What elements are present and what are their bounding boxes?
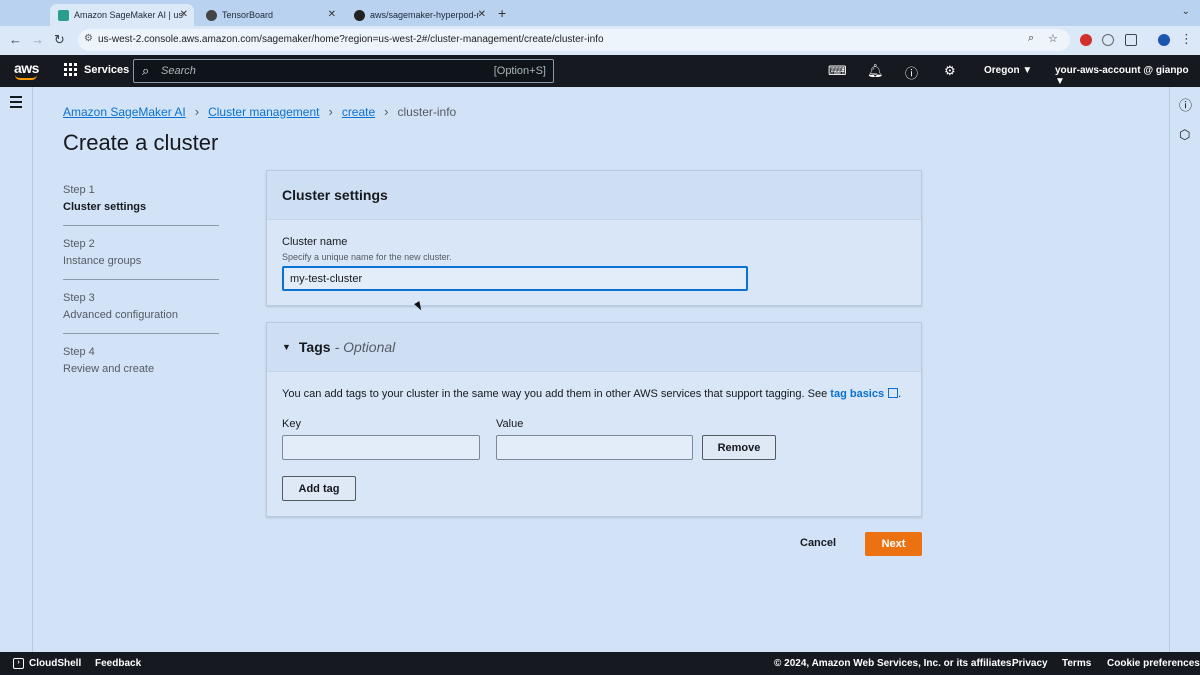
right-tools-rail: ⓘ ⬡ xyxy=(1169,87,1200,652)
grid-icon xyxy=(64,63,77,76)
kebab-menu-icon[interactable]: ⋮ xyxy=(1180,31,1193,47)
github-icon xyxy=(354,9,365,21)
tag-key-input[interactable] xyxy=(282,435,480,460)
breadcrumb-sagemaker[interactable]: Amazon SageMaker AI xyxy=(63,105,186,119)
console-footer: › CloudShell Feedback © 2024, Amazon Web… xyxy=(0,652,1200,675)
hexagon-icon[interactable]: ⬡ xyxy=(1179,127,1190,143)
gear-icon[interactable]: ⚙ xyxy=(944,63,956,79)
tag-basics-link[interactable]: tag basics xyxy=(830,388,899,400)
cloudshell-button[interactable]: › CloudShell xyxy=(13,658,81,669)
cluster-name-label: Cluster name xyxy=(282,236,348,248)
info-icon[interactable]: ⓘ xyxy=(1179,95,1192,114)
browser-tab-bar: Amazon SageMaker AI | us-w ✕ TensorBoard… xyxy=(0,0,1200,26)
chevron-down-icon[interactable]: ⌄ xyxy=(1182,6,1190,17)
aws-console-header: aws Services ⌕ Search [Option+S] ⌨ 🔔︎ ⓘ … xyxy=(0,55,1200,87)
zoom-icon[interactable]: ⌕ xyxy=(1028,32,1034,45)
breadcrumb-create[interactable]: create xyxy=(342,105,375,119)
help-icon[interactable]: ⓘ xyxy=(905,63,918,82)
step-advanced-configuration[interactable]: Step 3 Advanced configuration xyxy=(63,292,219,334)
privacy-link[interactable]: Privacy xyxy=(1012,658,1048,669)
cluster-name-description: Specify a unique name for the new cluste… xyxy=(282,252,452,262)
close-icon[interactable]: ✕ xyxy=(328,9,336,20)
wizard-steps: Step 1 Cluster settings Step 2 Instance … xyxy=(63,184,219,399)
tags-panel: ▼ Tags - Optional You can add tags to yo… xyxy=(266,322,922,517)
profile-avatar-icon[interactable] xyxy=(1158,34,1170,46)
chevron-right-icon: › xyxy=(194,104,200,119)
account-menu[interactable]: your-aws-account @ gianpo ▼ xyxy=(1055,65,1200,87)
caret-down-icon[interactable]: ▼ xyxy=(282,342,291,352)
tab-tensorboard[interactable]: TensorBoard ✕ xyxy=(198,4,342,26)
search-input[interactable]: ⌕ Search [Option+S] xyxy=(133,59,554,83)
site-info-icon[interactable]: ⚙ xyxy=(84,33,93,44)
remove-tag-button[interactable]: Remove xyxy=(702,435,776,460)
step-review-and-create[interactable]: Step 4 Review and create xyxy=(63,346,219,387)
copyright-text: © 2024, Amazon Web Services, Inc. or its… xyxy=(774,658,1015,669)
cluster-settings-panel: Cluster settings Cluster name Specify a … xyxy=(266,170,922,306)
region-selector[interactable]: Oregon ▼ xyxy=(984,65,1032,76)
breadcrumb: Amazon SageMaker AI › Cluster management… xyxy=(63,104,456,119)
chevron-right-icon: › xyxy=(328,104,333,119)
back-arrow-icon[interactable]: ← xyxy=(9,32,22,47)
bookmark-star-icon[interactable]: ☆ xyxy=(1048,32,1058,45)
tags-description: You can add tags to your cluster in the … xyxy=(282,388,902,400)
search-icon: ⌕ xyxy=(142,63,150,78)
terminal-icon: › xyxy=(13,658,24,669)
key-label: Key xyxy=(282,418,301,430)
tab-github[interactable]: aws/sagemaker-hyperpod-re ✕ xyxy=(346,4,492,26)
left-navigation-rail xyxy=(0,87,33,652)
new-tab-icon[interactable]: + xyxy=(498,5,506,21)
chevron-right-icon: › xyxy=(384,104,389,119)
services-menu[interactable]: Services xyxy=(64,63,129,76)
feedback-link[interactable]: Feedback xyxy=(95,658,141,669)
tag-value-input[interactable] xyxy=(496,435,693,460)
add-tag-button[interactable]: Add tag xyxy=(282,476,356,501)
cancel-button[interactable]: Cancel xyxy=(800,537,836,549)
puzzle-icon[interactable] xyxy=(1125,34,1137,46)
bell-icon[interactable]: 🔔︎ xyxy=(867,63,884,79)
globe-icon xyxy=(206,9,217,21)
close-icon[interactable]: ✕ xyxy=(478,9,486,20)
breadcrumb-cluster-management[interactable]: Cluster management xyxy=(208,105,319,119)
aws-smile-icon xyxy=(15,75,37,80)
terms-link[interactable]: Terms xyxy=(1062,658,1091,669)
external-link-icon xyxy=(888,388,899,398)
cloudshell-icon[interactable]: ⌨ xyxy=(828,63,847,79)
browser-address-bar: ← → ↻ ⚙ us-west-2.console.aws.amazon.com… xyxy=(0,26,1200,55)
reload-icon[interactable]: ↻ xyxy=(54,32,65,48)
aws-logo[interactable]: aws xyxy=(14,60,39,76)
cluster-name-input[interactable]: my-test-cluster xyxy=(282,266,748,291)
extension-icon[interactable] xyxy=(1080,34,1092,46)
url-bar[interactable]: ⚙ us-west-2.console.aws.amazon.com/sagem… xyxy=(78,29,1070,51)
value-label: Value xyxy=(496,418,524,430)
step-instance-groups[interactable]: Step 2 Instance groups xyxy=(63,238,219,280)
tab-sagemaker[interactable]: Amazon SageMaker AI | us-w ✕ xyxy=(50,4,194,26)
cookie-preferences-link[interactable]: Cookie preferences xyxy=(1107,658,1200,669)
timer-icon[interactable] xyxy=(1102,34,1114,46)
close-icon[interactable]: ✕ xyxy=(180,9,188,20)
page-title: Create a cluster xyxy=(63,130,219,155)
next-button[interactable]: Next xyxy=(865,532,922,556)
breadcrumb-current: cluster-info xyxy=(397,104,457,119)
sagemaker-favicon-icon xyxy=(58,9,69,21)
tags-header[interactable]: ▼ Tags - Optional xyxy=(267,323,921,372)
cluster-settings-header: Cluster settings xyxy=(267,171,921,220)
step-cluster-settings[interactable]: Step 1 Cluster settings xyxy=(63,184,219,226)
hamburger-menu-icon[interactable] xyxy=(10,96,22,111)
forward-arrow-icon[interactable]: → xyxy=(31,32,44,47)
